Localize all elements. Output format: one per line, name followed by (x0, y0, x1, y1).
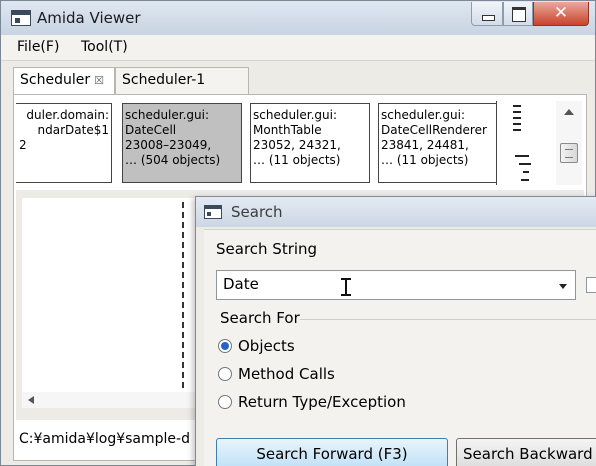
card-line: DateCell (125, 123, 177, 137)
tab-scheduler-1[interactable]: Scheduler-1 (115, 67, 249, 95)
close-button[interactable]: ✕ (533, 2, 589, 26)
minimap-bar (513, 117, 521, 119)
search-string-label: Search String (216, 240, 318, 258)
radio-unchecked-icon (218, 395, 232, 409)
group-divider (300, 319, 596, 320)
tab-close-icon[interactable]: ☒ (94, 74, 104, 87)
class-card[interactable]: scheduler.gui: DateCellRenderer 23841, 2… (378, 103, 498, 183)
card-line: 23052, 24321, (253, 138, 341, 152)
radio-return-type[interactable]: Return Type/Exception (218, 393, 406, 411)
status-path: C:¥amida¥log¥sample-d (19, 431, 190, 447)
search-string-value: Date (223, 275, 259, 293)
horizontal-scrollbar[interactable] (22, 392, 202, 408)
menu-tool[interactable]: Tool(T) (81, 39, 128, 55)
card-line: 23008–23049, (125, 138, 212, 152)
radio-unchecked-icon (218, 367, 232, 381)
minimap-bar (523, 171, 529, 173)
title-bar[interactable]: Amida Viewer ✕ (1, 1, 595, 35)
lifeline-divider (182, 202, 184, 388)
radio-label: Method Calls (238, 365, 335, 383)
card-line: scheduler.gui: (125, 108, 210, 122)
dialog-body: Search String Date Search For Objects Me… (204, 229, 596, 466)
radio-checked-icon (218, 339, 232, 353)
scroll-left-icon[interactable] (28, 396, 34, 404)
text-cursor-icon (341, 278, 351, 296)
timeline-canvas[interactable] (22, 198, 202, 392)
app-icon (11, 10, 31, 26)
overview-minimap[interactable] (496, 101, 552, 185)
card-line: MonthTable (253, 123, 322, 137)
search-string-combo[interactable]: Date (216, 270, 576, 300)
card-line: duler.domain: (26, 108, 109, 122)
tab-scheduler[interactable]: Scheduler ☒ (13, 67, 115, 95)
search-dialog: Search Search String Date Search For Obj… (195, 196, 596, 466)
search-forward-button[interactable]: Search Forward (F3) (216, 438, 448, 466)
dialog-title: Search (231, 203, 283, 221)
card-line: DateCellRenderer (381, 123, 487, 137)
vertical-scrollbar[interactable] (556, 101, 582, 185)
radio-method-calls[interactable]: Method Calls (218, 365, 335, 383)
card-line: ndarDate$1 (37, 123, 109, 137)
menu-bar: File(F) Tool(T) (1, 35, 595, 61)
minimap-bar (519, 163, 531, 165)
dialog-icon (204, 205, 222, 219)
chevron-down-icon[interactable] (559, 284, 567, 289)
minimap-bar (513, 111, 521, 113)
tab-label: Scheduler (20, 72, 91, 88)
minimap-bar (513, 123, 521, 125)
class-card[interactable]: duler.domain: ndarDate$1 2 (16, 103, 112, 183)
minimap-bar (513, 105, 521, 107)
menu-file[interactable]: File(F) (17, 39, 59, 55)
card-line: scheduler.gui: (253, 108, 338, 122)
card-line: … (504 objects) (125, 153, 221, 167)
scroll-thumb[interactable] (560, 143, 578, 163)
dialog-title-bar[interactable]: Search (196, 197, 596, 227)
minimap-bar (513, 129, 521, 131)
search-backward-button[interactable]: Search Backward ( (456, 438, 596, 466)
minimap-bar (521, 179, 529, 181)
card-line: scheduler.gui: (381, 108, 466, 122)
class-card[interactable]: scheduler.gui: MonthTable 23052, 24321, … (250, 103, 370, 183)
maximize-button[interactable] (503, 2, 533, 26)
card-line: 23841, 24481, (381, 138, 469, 152)
window-title: Amida Viewer (37, 9, 141, 27)
scroll-up-icon[interactable] (564, 109, 574, 115)
tab-label: Scheduler-1 (122, 72, 206, 88)
minimap-bar (515, 155, 529, 157)
radio-label: Return Type/Exception (238, 393, 406, 411)
option-checkbox[interactable] (586, 277, 596, 293)
card-line: … (11 objects) (381, 153, 469, 167)
class-card-strip: duler.domain: ndarDate$1 2 scheduler.gui… (16, 101, 556, 185)
radio-objects[interactable]: Objects (218, 337, 295, 355)
tab-bar: Scheduler ☒ Scheduler-1 (13, 67, 587, 95)
search-for-label: Search For (220, 309, 300, 327)
minimize-button[interactable] (471, 2, 503, 26)
card-line: … (11 objects) (253, 153, 341, 167)
class-card-selected[interactable]: scheduler.gui: DateCell 23008–23049, … (… (122, 103, 242, 183)
radio-label: Objects (238, 337, 295, 355)
card-line: 2 (19, 138, 27, 152)
